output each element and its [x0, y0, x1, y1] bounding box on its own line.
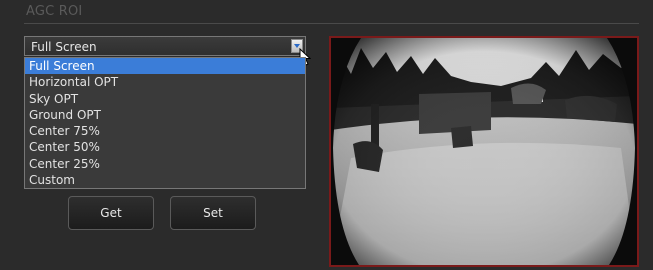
dropdown-option-custom[interactable]: Custom [25, 172, 305, 188]
roi-dropdown-list: Full Screen Horizontal OPT Sky OPT Groun… [24, 57, 306, 189]
dropdown-option-center-50[interactable]: Center 50% [25, 139, 305, 155]
dropdown-option-center-25[interactable]: Center 25% [25, 156, 305, 172]
camera-preview [329, 36, 639, 267]
get-button[interactable]: Get [68, 196, 154, 230]
dropdown-option-full-screen[interactable]: Full Screen [25, 58, 305, 75]
thermal-camera-image [331, 38, 637, 265]
roi-select-value: Full Screen [31, 40, 97, 54]
title-divider [24, 23, 639, 24]
agc-roi-title: AGC ROI [26, 4, 83, 19]
dropdown-option-horizontal-opt[interactable]: Horizontal OPT [25, 74, 305, 90]
dropdown-option-center-75[interactable]: Center 75% [25, 123, 305, 139]
dropdown-option-sky-opt[interactable]: Sky OPT [25, 91, 305, 107]
set-button[interactable]: Set [170, 196, 256, 230]
roi-select[interactable]: Full Screen [24, 36, 306, 56]
dropdown-option-ground-opt[interactable]: Ground OPT [25, 107, 305, 123]
